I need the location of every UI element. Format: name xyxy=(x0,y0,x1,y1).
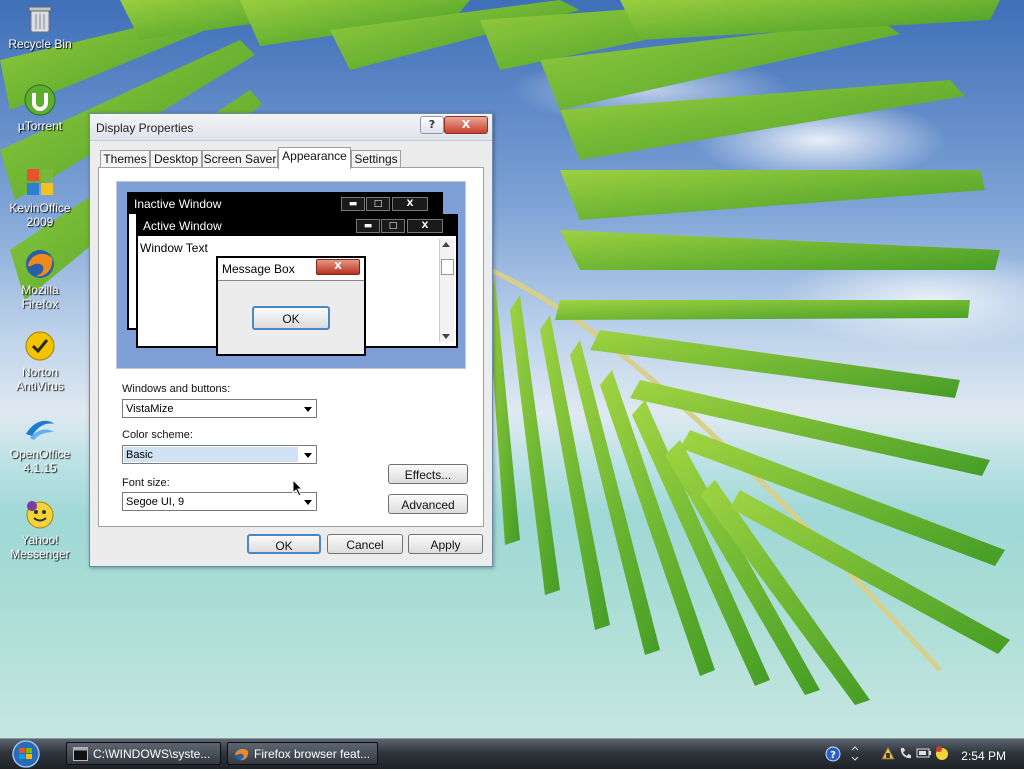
scroll-up-icon xyxy=(442,242,450,247)
windows-logo-icon xyxy=(12,740,40,768)
taskbar-item-label: C:\WINDOWS\syste... xyxy=(93,747,211,761)
apply-button[interactable]: Apply xyxy=(408,534,483,554)
firefox-icon xyxy=(235,747,249,761)
desktop-icon-label-line2: Messenger xyxy=(10,547,70,561)
desktop-icon-label-line1: OpenOffice xyxy=(9,447,71,461)
close-button[interactable]: X xyxy=(444,116,488,134)
preview-inactive-title-text: Inactive Window xyxy=(134,197,222,211)
firefox-icon xyxy=(24,248,56,280)
appearance-preview: Inactive Window ▬ □ X Active Window ▬ □ … xyxy=(116,181,466,369)
desktop-icon-label: µTorrent xyxy=(17,119,63,133)
display-properties-dialog: Display Properties ? X Themes Desktop Sc… xyxy=(89,113,493,567)
desktop-icon-yahoo-messenger[interactable]: Yahoo! Messenger xyxy=(2,498,78,561)
dialog-titlebar[interactable]: Display Properties ? X xyxy=(90,114,492,141)
kevinoffice-icon xyxy=(24,166,56,198)
messenger-tray-icon[interactable] xyxy=(934,745,950,761)
cancel-button[interactable]: Cancel xyxy=(327,534,403,554)
advanced-button[interactable]: Advanced xyxy=(388,494,468,514)
recycle-bin-icon xyxy=(24,2,56,34)
desktop-icon-kevinoffice[interactable]: KevinOffice 2009 xyxy=(2,166,78,229)
console-window-icon xyxy=(73,747,88,761)
desktop-icon-recycle-bin[interactable]: Recycle Bin xyxy=(2,2,78,51)
phone-icon[interactable] xyxy=(898,745,914,761)
preview-scrollbar xyxy=(439,239,454,342)
tray-expand-icon[interactable] xyxy=(850,744,860,764)
desktop-icon-label: Recycle Bin xyxy=(8,37,72,51)
preview-minimize-icon: ▬ xyxy=(356,219,380,233)
preview-message-box-close-icon: X xyxy=(316,259,360,275)
preview-active-window: Active Window ▬ □ X Window Text Message … xyxy=(136,214,458,356)
tab-screen-saver[interactable]: Screen Saver xyxy=(202,150,278,168)
taskbar-item-console[interactable]: C:\WINDOWS\syste... xyxy=(66,742,221,765)
preview-message-box-titlebar: Message Box X xyxy=(218,258,364,281)
desktop-icon-label-line1: Mozilla xyxy=(21,283,59,297)
svg-text:?: ? xyxy=(830,750,836,761)
openoffice-icon xyxy=(24,412,56,444)
norton-icon xyxy=(24,330,56,362)
help-icon[interactable]: ? xyxy=(825,746,841,762)
safely-remove-hardware-icon[interactable] xyxy=(880,745,896,761)
start-button[interactable] xyxy=(5,740,47,768)
desktop-icon-label-line2: 2009 xyxy=(26,215,54,229)
desktop-icon-label-line1: KevinOffice xyxy=(9,201,71,215)
scroll-thumb xyxy=(441,259,454,275)
preview-minimize-icon: ▬ xyxy=(341,197,365,211)
tab-themes[interactable]: Themes xyxy=(100,150,150,168)
taskbar: C:\WINDOWS\syste... Firefox browser feat… xyxy=(0,738,1024,769)
preview-maximize-icon: □ xyxy=(381,219,405,233)
chevron-down-icon xyxy=(304,453,312,458)
battery-icon[interactable] xyxy=(916,746,932,760)
preview-close-icon: X xyxy=(392,197,428,211)
preview-message-box-ok: OK xyxy=(252,306,330,330)
mouse-cursor-icon xyxy=(292,479,304,497)
desktop-icon-label-line2: 4.1.15 xyxy=(23,461,57,475)
preview-maximize-icon: □ xyxy=(366,197,390,211)
preview-window-text: Window Text xyxy=(140,241,208,255)
system-tray: 2:54 PM xyxy=(876,742,1024,766)
yahoo-messenger-icon xyxy=(24,498,56,530)
desktop-icon-label-line1: Yahoo! xyxy=(21,533,59,547)
taskbar-item-label: Firefox browser feat... xyxy=(254,747,371,761)
windows-buttons-value: VistaMize xyxy=(126,403,174,415)
tab-appearance[interactable]: Appearance xyxy=(278,147,351,169)
chevron-down-icon xyxy=(304,500,312,505)
desktop-icon-utorrent[interactable]: µTorrent xyxy=(2,84,78,133)
desktop-icon-label-line2: AntiVirus xyxy=(16,379,64,393)
clock[interactable]: 2:54 PM xyxy=(961,749,1006,763)
windows-buttons-label: Windows and buttons: xyxy=(122,383,231,395)
font-size-label: Font size: xyxy=(122,477,170,489)
desktop-icon-label-line1: Norton xyxy=(21,365,59,379)
appearance-panel: Inactive Window ▬ □ X Active Window ▬ □ … xyxy=(98,167,484,527)
scroll-down-icon xyxy=(442,334,450,339)
help-button[interactable]: ? xyxy=(420,116,444,134)
tab-settings[interactable]: Settings xyxy=(351,150,401,168)
preview-active-title-text: Active Window xyxy=(143,219,222,233)
tab-desktop[interactable]: Desktop xyxy=(150,150,202,168)
desktop-icon-norton[interactable]: Norton AntiVirus xyxy=(2,330,78,393)
color-scheme-label: Color scheme: xyxy=(122,429,193,441)
utorrent-icon xyxy=(24,84,56,116)
color-scheme-value: Basic xyxy=(126,449,153,461)
desktop-icon-firefox[interactable]: Mozilla Firefox xyxy=(2,248,78,311)
chevron-down-icon xyxy=(304,407,312,412)
font-size-value: Segoe UI, 9 xyxy=(126,496,185,508)
font-size-select[interactable]: Segoe UI, 9 xyxy=(122,492,317,511)
preview-message-box-title: Message Box xyxy=(222,262,295,276)
taskbar-item-firefox[interactable]: Firefox browser feat... xyxy=(227,742,378,765)
effects-button[interactable]: Effects... xyxy=(388,464,468,484)
desktop-icon-label-line2: Firefox xyxy=(21,297,59,311)
dialog-title: Display Properties xyxy=(96,121,194,135)
preview-close-icon: X xyxy=(407,219,443,233)
ok-button[interactable]: OK xyxy=(247,534,321,554)
desktop-icon-openoffice[interactable]: OpenOffice 4.1.15 xyxy=(2,412,78,475)
color-scheme-select[interactable]: Basic xyxy=(122,445,317,464)
preview-message-box: Message Box X OK xyxy=(216,256,366,356)
windows-buttons-select[interactable]: VistaMize xyxy=(122,399,317,418)
